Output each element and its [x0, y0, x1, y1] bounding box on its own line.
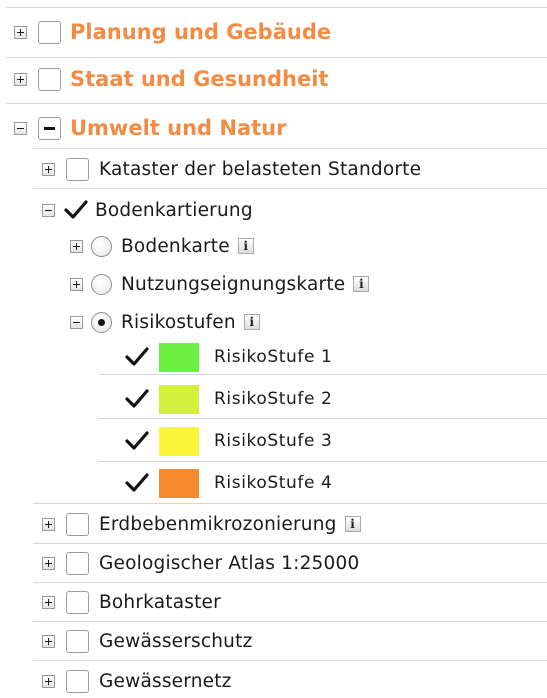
layer-checkbox[interactable]	[66, 629, 89, 653]
category-row-planung-und-gebaeude: Planung und Gebäude	[14, 14, 331, 50]
layer-row-gewaesserschutz: Gewässerschutz	[42, 624, 252, 658]
map-row-risikostufen: Risikostufen i	[70, 306, 260, 338]
legend-label: RisikoStufe 3	[214, 431, 333, 451]
separator	[98, 461, 547, 462]
legend-row-risikostufe-2: RisikoStufe 2	[117, 383, 332, 415]
layer-row-bohrkataster: Bohrkataster	[42, 585, 221, 619]
layer-checkbox[interactable]	[66, 590, 89, 614]
expand-plus-icon[interactable]	[70, 239, 83, 253]
layer-row-erdbebenmikrozonierung: Erdbebenmikrozonierung i	[42, 507, 361, 541]
collapse-minus-icon[interactable]	[14, 121, 27, 135]
separator	[33, 543, 547, 544]
category-row-staat-und-gesundheit: Staat und Gesundheit	[14, 61, 328, 97]
radio-button-selected[interactable]	[91, 311, 112, 333]
separator	[33, 503, 547, 504]
expand-plus-icon[interactable]	[42, 674, 55, 688]
expand-plus-icon[interactable]	[42, 162, 55, 176]
layer-checkbox[interactable]	[66, 512, 89, 536]
legend-swatch	[159, 468, 199, 498]
checkmark-icon[interactable]	[125, 430, 149, 452]
category-checkbox[interactable]	[38, 20, 61, 44]
checkmark-icon[interactable]	[125, 388, 149, 410]
radio-button[interactable]	[91, 273, 112, 295]
collapse-minus-icon[interactable]	[42, 203, 55, 217]
layer-label[interactable]: Gewässernetz	[99, 671, 232, 692]
info-icon[interactable]: i	[243, 314, 260, 330]
separator	[6, 103, 547, 104]
layer-row-kataster: Kataster der belasteten Standorte	[42, 152, 421, 186]
legend-label: RisikoStufe 1	[214, 347, 333, 367]
map-row-bodenkarte: Bodenkarte i	[70, 230, 254, 262]
separator	[98, 418, 547, 419]
checkmark-icon[interactable]	[125, 346, 149, 368]
map-label[interactable]: Bodenkarte	[121, 236, 230, 257]
separator	[33, 660, 547, 661]
expand-plus-icon[interactable]	[42, 556, 55, 570]
legend-row-risikostufe-1: RisikoStufe 1	[117, 341, 332, 373]
expand-plus-icon[interactable]	[42, 517, 55, 531]
layer-label[interactable]: Gewässerschutz	[99, 631, 252, 652]
expand-plus-icon[interactable]	[70, 277, 83, 291]
category-row-umwelt-und-natur: Umwelt und Natur	[14, 110, 286, 146]
separator	[33, 188, 547, 189]
checkmark-icon[interactable]	[64, 199, 88, 221]
expand-plus-icon[interactable]	[14, 25, 27, 39]
info-icon[interactable]: i	[353, 276, 370, 292]
separator	[98, 374, 547, 375]
layer-checkbox[interactable]	[66, 157, 89, 181]
info-icon[interactable]: i	[344, 516, 361, 532]
separator	[33, 148, 547, 149]
layer-row-gewaessernetz: Gewässernetz	[42, 664, 232, 698]
legend-row-risikostufe-3: RisikoStufe 3	[117, 425, 332, 457]
layer-row-geologischer-atlas: Geologischer Atlas 1:25000	[42, 546, 359, 580]
map-label[interactable]: Nutzungseignungskarte	[121, 274, 345, 295]
layer-label[interactable]: Bodenkartierung	[95, 200, 253, 221]
legend-label: RisikoStufe 2	[214, 389, 333, 409]
layer-label[interactable]: Bohrkataster	[99, 592, 221, 613]
expand-plus-icon[interactable]	[14, 72, 27, 86]
legend-swatch	[159, 342, 199, 372]
collapse-minus-icon[interactable]	[70, 315, 83, 329]
expand-plus-icon[interactable]	[42, 634, 55, 648]
map-label[interactable]: Risikostufen	[121, 312, 236, 333]
layer-label[interactable]: Kataster der belasteten Standorte	[99, 159, 421, 180]
radio-button[interactable]	[91, 235, 112, 257]
separator	[6, 7, 547, 8]
layer-row-bodenkartierung: Bodenkartierung	[42, 193, 253, 227]
separator	[6, 57, 547, 58]
layer-checkbox[interactable]	[66, 669, 89, 693]
category-label[interactable]: Planung und Gebäude	[70, 20, 331, 44]
category-label[interactable]: Staat und Gesundheit	[70, 67, 328, 91]
info-icon[interactable]: i	[237, 238, 254, 254]
checkmark-icon[interactable]	[125, 472, 149, 494]
layer-label[interactable]: Geologischer Atlas 1:25000	[99, 553, 359, 574]
separator	[33, 621, 547, 622]
category-checkbox[interactable]	[38, 67, 61, 91]
category-checkbox-partial[interactable]	[38, 116, 61, 140]
layer-label[interactable]: Erdbebenmikrozonierung	[99, 514, 337, 535]
expand-plus-icon[interactable]	[42, 595, 55, 609]
legend-swatch	[159, 426, 199, 456]
legend-swatch	[159, 384, 199, 414]
legend-label: RisikoStufe 4	[214, 473, 333, 493]
map-row-nutzungseignungskarte: Nutzungseignungskarte i	[70, 268, 370, 300]
layer-checkbox[interactable]	[66, 551, 89, 575]
separator	[33, 582, 547, 583]
legend-row-risikostufe-4: RisikoStufe 4	[117, 467, 332, 499]
category-label[interactable]: Umwelt und Natur	[70, 116, 286, 140]
